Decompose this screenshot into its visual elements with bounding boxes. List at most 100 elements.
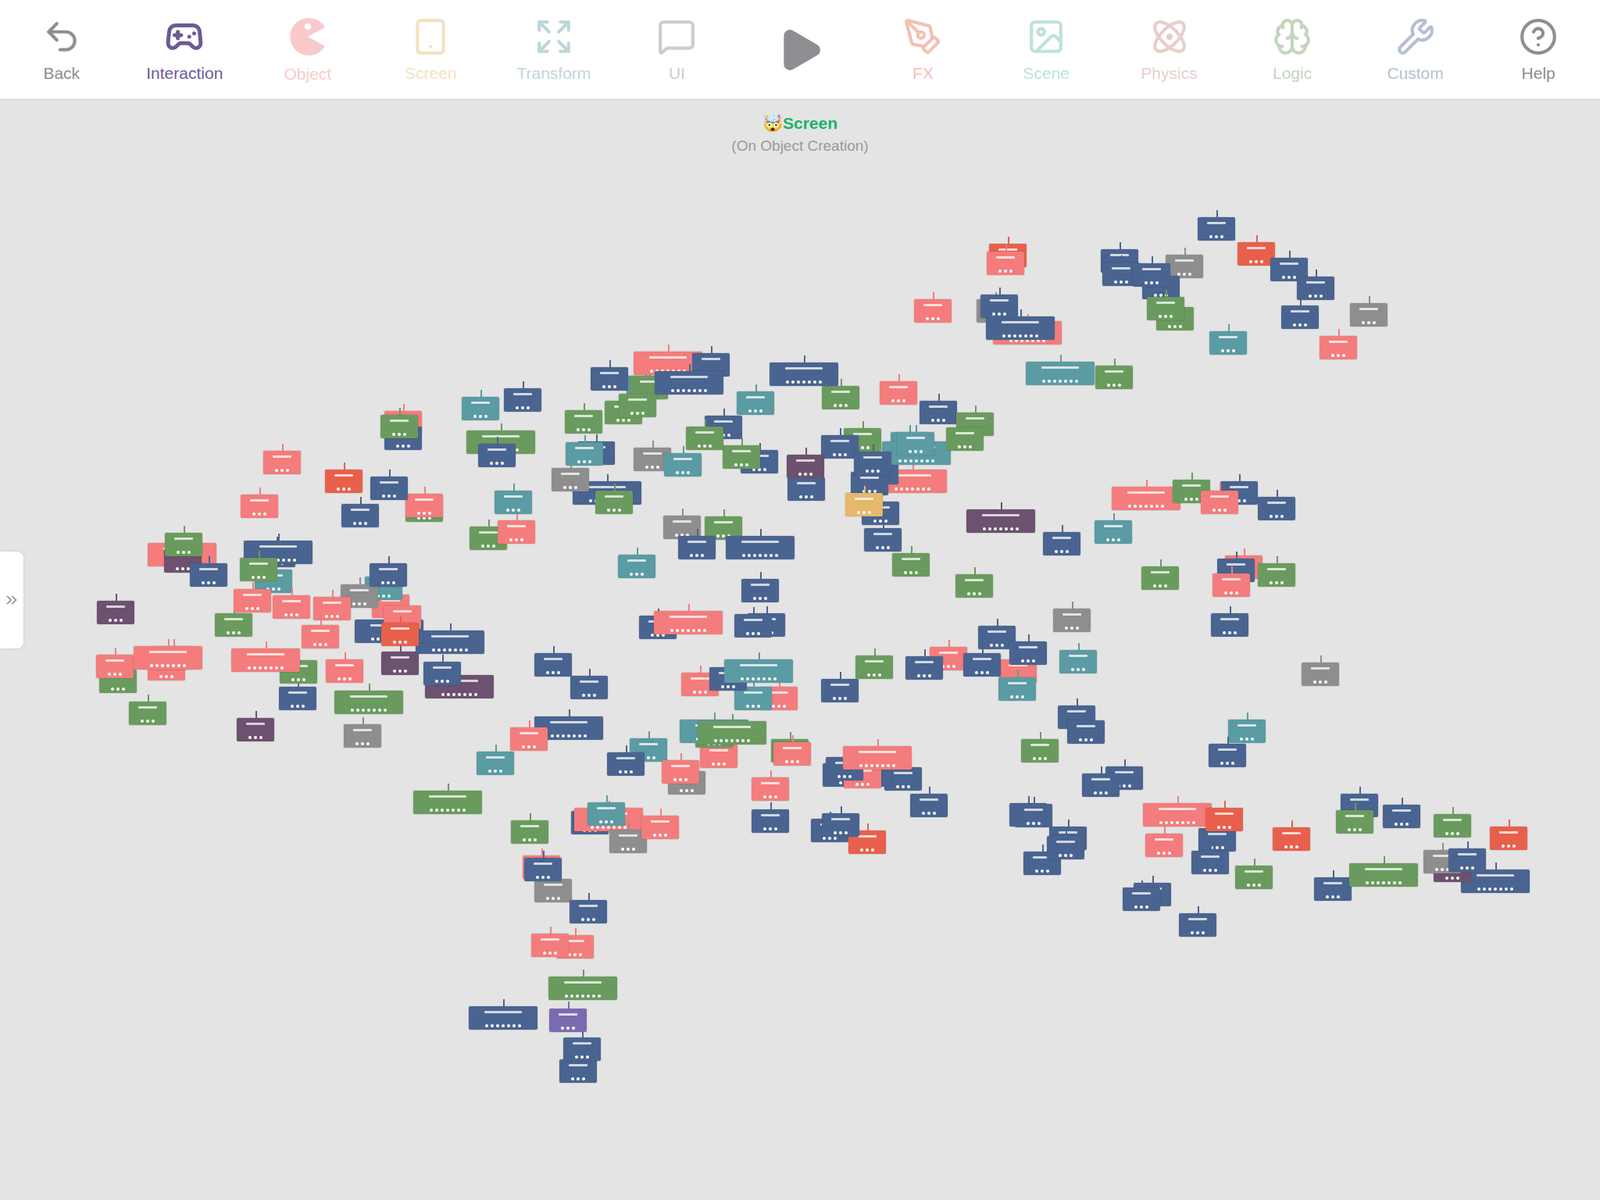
code-block[interactable] (272, 595, 311, 619)
code-block[interactable] (736, 391, 775, 415)
code-block[interactable] (919, 400, 958, 425)
code-block[interactable] (855, 655, 893, 679)
code-block[interactable] (842, 746, 912, 770)
code-block[interactable] (664, 453, 702, 477)
code-block[interactable] (461, 396, 500, 421)
toolbar-button[interactable] (738, 0, 862, 100)
code-block[interactable] (334, 690, 404, 715)
code-block[interactable] (534, 878, 572, 903)
code-block[interactable] (678, 535, 716, 560)
code-block[interactable] (563, 1037, 601, 1061)
code-block[interactable] (1314, 877, 1352, 901)
toolbar-button[interactable]: Logic (1230, 0, 1354, 100)
code-block[interactable] (263, 450, 301, 475)
code-block[interactable] (914, 299, 952, 323)
code-block[interactable] (503, 388, 542, 412)
code-block[interactable] (1237, 242, 1275, 266)
code-block[interactable] (1141, 566, 1179, 590)
code-block[interactable] (164, 532, 203, 557)
code-block[interactable] (236, 717, 275, 742)
side-panel-handle[interactable] (0, 551, 24, 649)
code-block[interactable] (864, 528, 902, 552)
code-block[interactable] (821, 385, 860, 410)
code-canvas[interactable]: 🤯Screen(On Object Creation) (0, 100, 1600, 1200)
code-block[interactable] (654, 371, 724, 395)
code-block[interactable] (1205, 807, 1243, 832)
code-block[interactable] (1349, 863, 1418, 887)
code-block[interactable] (751, 777, 790, 801)
code-block[interactable] (787, 477, 825, 501)
code-block[interactable] (231, 648, 300, 672)
code-block[interactable] (381, 651, 419, 675)
code-block[interactable] (380, 414, 418, 439)
code-block[interactable] (955, 574, 993, 598)
code-block[interactable] (1200, 490, 1239, 515)
code-block[interactable] (786, 454, 825, 479)
code-block[interactable] (595, 490, 633, 515)
code-block[interactable] (910, 793, 948, 818)
code-block[interactable] (1021, 739, 1059, 763)
code-block[interactable] (1145, 833, 1183, 858)
code-block[interactable] (821, 678, 859, 703)
code-block[interactable] (370, 476, 408, 500)
code-block[interactable] (343, 724, 382, 748)
code-block[interactable] (1067, 720, 1105, 744)
code-block[interactable] (1209, 331, 1247, 355)
code-block[interactable] (821, 435, 859, 459)
code-block[interactable] (415, 630, 485, 654)
code-block[interactable] (1132, 263, 1171, 287)
code-block[interactable] (697, 721, 767, 745)
code-block[interactable] (845, 492, 883, 517)
code-block[interactable] (946, 427, 984, 451)
code-block[interactable] (1489, 826, 1528, 850)
code-block[interactable] (524, 857, 562, 882)
code-block[interactable] (1165, 254, 1204, 279)
toolbar-button[interactable]: Custom (1353, 0, 1478, 100)
code-block[interactable] (1095, 365, 1133, 390)
code-block[interactable] (963, 653, 1001, 677)
code-block[interactable] (1235, 865, 1273, 890)
code-block[interactable] (510, 727, 548, 751)
code-block[interactable] (1257, 496, 1296, 521)
code-block[interactable] (1053, 608, 1091, 633)
code-block[interactable] (531, 933, 569, 958)
code-block[interactable] (1208, 743, 1247, 768)
code-block[interactable] (1301, 662, 1340, 686)
code-block[interactable] (510, 820, 549, 844)
code-block[interactable] (1272, 827, 1311, 851)
code-block[interactable] (233, 589, 272, 613)
code-block[interactable] (369, 563, 408, 587)
code-block[interactable] (821, 813, 860, 837)
code-block[interactable] (497, 520, 536, 544)
code-block[interactable] (551, 467, 590, 492)
code-block[interactable] (980, 294, 1018, 318)
code-block[interactable] (1257, 563, 1296, 587)
toolbar-button[interactable]: Physics (1107, 0, 1232, 100)
code-block[interactable] (1014, 803, 1053, 828)
code-block[interactable] (1146, 296, 1185, 321)
code-block[interactable] (301, 625, 340, 649)
code-block[interactable] (214, 613, 253, 637)
toolbar-button[interactable]: Screen (369, 0, 493, 100)
toolbar-button[interactable]: Back (0, 0, 124, 100)
code-block[interactable] (239, 557, 278, 582)
code-block[interactable] (751, 809, 790, 833)
code-block[interactable] (700, 744, 738, 768)
toolbar-button[interactable]: Object (246, 0, 370, 100)
code-block[interactable] (96, 654, 134, 679)
code-block[interactable] (534, 653, 572, 677)
code-block[interactable] (896, 432, 935, 456)
code-block[interactable] (1059, 650, 1097, 674)
code-block[interactable] (1046, 835, 1085, 860)
code-block[interactable] (564, 410, 603, 434)
code-block[interactable] (96, 600, 135, 625)
code-block[interactable] (879, 381, 918, 405)
code-block[interactable] (1197, 217, 1236, 241)
code-block[interactable] (325, 659, 364, 683)
code-block[interactable] (741, 578, 779, 603)
code-block[interactable] (1350, 303, 1388, 327)
code-block[interactable] (565, 442, 604, 466)
code-block[interactable] (1281, 305, 1319, 329)
code-block[interactable] (128, 701, 167, 725)
code-block[interactable] (405, 493, 443, 518)
